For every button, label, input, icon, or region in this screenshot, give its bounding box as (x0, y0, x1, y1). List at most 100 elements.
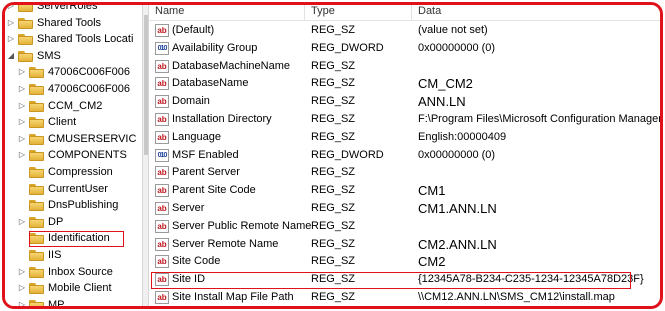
value-name: Language (172, 130, 221, 143)
value-name: Server Remote Name (172, 237, 279, 250)
expand-arrow-icon[interactable]: ▷ (18, 283, 26, 293)
expand-arrow-icon[interactable]: ▷ (18, 134, 26, 144)
value-row[interactable]: 010 MSF Enabled REG_DWORD 0x00000000 (0) (149, 147, 660, 164)
tree-scrollbar[interactable] (142, 5, 149, 306)
value-row[interactable]: ab Language REG_SZ English:00000409 (149, 129, 660, 146)
expand-arrow-icon[interactable]: ▷ (18, 217, 26, 227)
value-row[interactable]: ab Server REG_SZ CM1.ANN.LN (149, 200, 660, 217)
expand-arrow-icon[interactable]: ▷ (18, 67, 26, 77)
tree-item[interactable]: DnsPublishing (5, 197, 142, 214)
string-value-icon: ab (155, 95, 169, 109)
tree-item[interactable]: IIS (5, 247, 142, 264)
string-value-icon: ab (155, 166, 169, 180)
value-row[interactable]: ab Parent Site Code REG_SZ CM1 (149, 182, 660, 199)
tree-item[interactable]: ▷ 47006C006F006 (5, 64, 142, 81)
tree-item[interactable]: ▷ DP (5, 214, 142, 231)
value-name: Availability Group (172, 41, 258, 54)
value-name: DatabaseMachineName (172, 59, 291, 72)
value-data: (value not set) (418, 24, 488, 36)
tree-item-label: Shared Tools Locati (37, 33, 134, 46)
tree-item[interactable]: ▷ Shared Tools (5, 15, 142, 32)
tree-item-label: ServerRoles (37, 5, 98, 12)
tree-item[interactable]: ▷ CCM_CM2 (5, 98, 142, 115)
tree-item[interactable]: ▷ MP (5, 297, 142, 306)
value-data: F:\Program Files\Microsoft Configuration… (418, 113, 660, 125)
tree-item[interactable]: Compression (5, 164, 142, 181)
folder-icon (29, 67, 44, 79)
tree-item[interactable]: CurrentUser (5, 181, 142, 198)
value-name: Installation Directory (172, 113, 272, 125)
expand-arrow-icon[interactable]: ▷ (18, 84, 26, 94)
string-value-icon: ab (155, 255, 169, 269)
folder-icon (29, 283, 44, 295)
tree-item[interactable]: ◢ SMS (5, 48, 142, 65)
folder-icon (18, 17, 33, 29)
value-row[interactable]: ab Domain REG_SZ ANN.LN (149, 93, 660, 110)
value-row[interactable]: ab Server Remote Name REG_SZ CM2.ANN.LN (149, 236, 660, 253)
column-header-type[interactable]: Type (305, 5, 412, 20)
value-row[interactable]: ab Parent Server REG_SZ (149, 164, 660, 181)
expand-arrow-icon[interactable]: ▷ (18, 300, 26, 306)
value-data: CM2.ANN.LN (418, 236, 497, 252)
values-list[interactable]: Name Type Data ab (Default) REG_SZ (value n… (149, 5, 660, 306)
value-type: REG_DWORD (311, 148, 384, 161)
expand-arrow-icon[interactable]: ▷ (18, 101, 26, 111)
tree-item[interactable]: ▷ CMUSERSERVIC (5, 131, 142, 148)
tree-item-label: CMUSERSERVIC (48, 132, 137, 145)
tree-item[interactable]: ▷ Mobile Client (5, 280, 142, 297)
value-row[interactable]: ab (Default) REG_SZ (value not set) (149, 22, 660, 39)
value-type: REG_SZ (311, 59, 356, 72)
expand-arrow-icon[interactable]: ▷ (7, 18, 15, 28)
folder-icon (29, 250, 44, 261)
value-name: Domain (172, 95, 210, 108)
tree-item-label: Shared Tools (37, 16, 102, 29)
expand-arrow-icon[interactable]: ▷ (18, 267, 26, 277)
expand-arrow-icon[interactable] (18, 233, 26, 243)
collapse-arrow-icon[interactable]: ◢ (7, 51, 15, 61)
column-header-name[interactable]: Name (149, 5, 305, 20)
expand-arrow-icon[interactable] (18, 200, 26, 210)
string-value-icon: ab (155, 184, 169, 198)
expand-arrow-icon[interactable] (18, 184, 26, 194)
value-type: REG_SZ (311, 255, 356, 268)
tree-item[interactable]: ▷ 47006C006F006 (5, 81, 142, 98)
tree-item-label: DP (48, 215, 64, 228)
tree-item-label: CurrentUser (48, 182, 108, 195)
tree-item[interactable]: ▷ Inbox Source (5, 264, 142, 281)
tree-item-label: 47006C006F006 (48, 83, 130, 95)
expand-arrow-icon[interactable] (18, 167, 26, 177)
tree-item[interactable]: ▷ Client (5, 114, 142, 131)
value-row[interactable]: ab DatabaseName REG_SZ CM_CM2 (149, 75, 660, 92)
value-name: DatabaseName (172, 77, 249, 90)
string-value-icon: ab (155, 77, 169, 91)
tree-item[interactable]: ▷ ServerRoles (5, 5, 142, 15)
tree-item[interactable]: ▷ Shared Tools Locati (5, 31, 142, 48)
expand-arrow-icon[interactable]: ▷ (7, 5, 15, 11)
value-type: REG_SZ (311, 202, 356, 214)
tree-item-label: Client (48, 116, 77, 129)
value-type: REG_SZ (311, 130, 356, 143)
expand-arrow-icon[interactable]: ▷ (18, 117, 26, 127)
value-type: REG_SZ (311, 166, 356, 179)
value-row[interactable]: ab Server Public Remote Name REG_SZ (149, 218, 660, 235)
string-value-icon: ab (155, 237, 169, 251)
expand-arrow-icon[interactable]: ▷ (18, 150, 26, 160)
value-row[interactable]: ab Site Code REG_SZ CM2 (149, 253, 660, 270)
value-row[interactable]: ab DatabaseMachineName REG_SZ (149, 58, 660, 75)
value-row[interactable]: ab Site Install Map File Path REG_SZ \\CM12… (149, 289, 660, 306)
expand-arrow-icon[interactable] (18, 250, 26, 260)
registry-editor-window: ▷ ServerRoles ▷ Shared Tools ▷ Shared Tools L… (2, 2, 663, 309)
value-row[interactable]: ab Installation Directory REG_SZ F:\Program… (149, 111, 660, 128)
expand-arrow-icon[interactable]: ▷ (7, 34, 15, 44)
value-row[interactable]: 010 Availability Group REG_DWORD 0x00000000… (149, 40, 660, 57)
tree-item[interactable]: ▷ COMPONENTS (5, 147, 142, 164)
string-value-icon: ab (155, 130, 169, 144)
value-type: REG_SZ (311, 24, 356, 36)
registry-tree[interactable]: ▷ ServerRoles ▷ Shared Tools ▷ Shared Tools L… (5, 5, 142, 306)
value-type: REG_SZ (311, 219, 356, 232)
column-header-data[interactable]: Data (412, 5, 660, 20)
value-type: REG_SZ (311, 237, 356, 250)
folder-icon (18, 50, 33, 62)
tree-item-label: 47006C006F006 (48, 66, 130, 79)
tree-scrollbar-thumb[interactable] (144, 15, 148, 155)
